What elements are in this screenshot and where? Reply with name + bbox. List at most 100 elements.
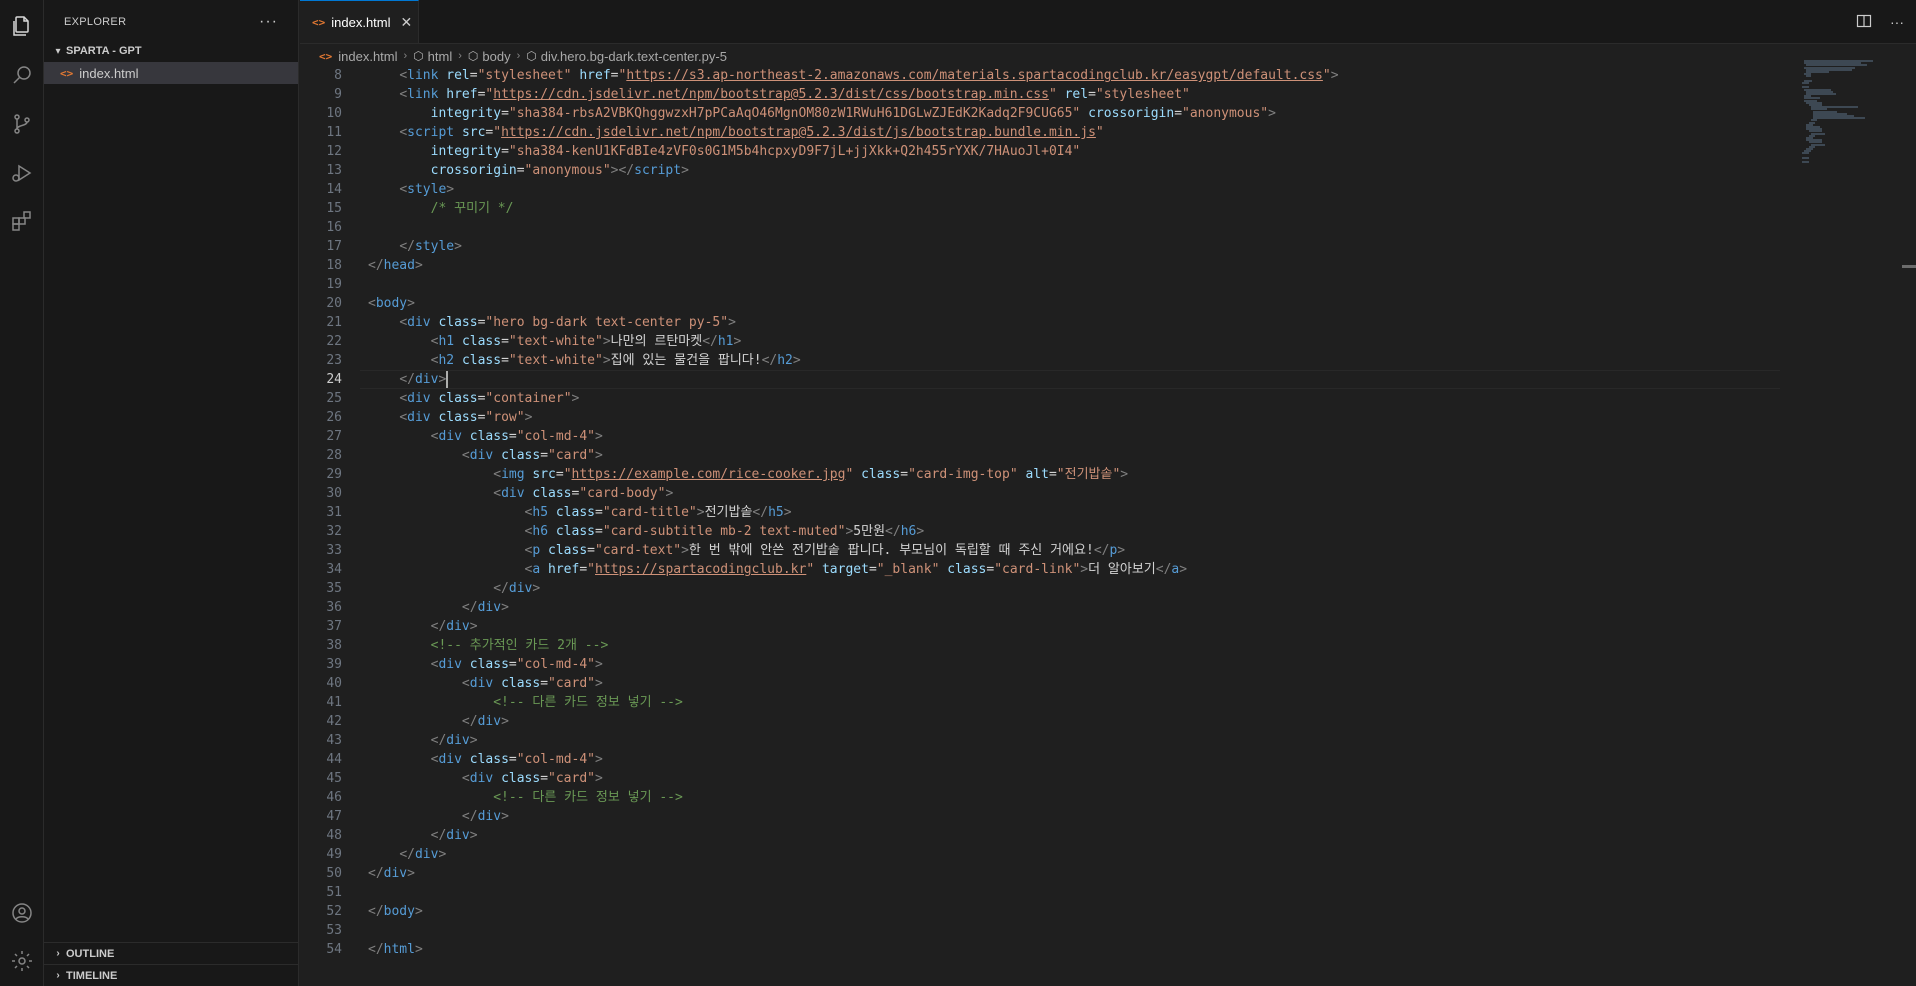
code-line[interactable]: 19 <box>300 275 1780 294</box>
more-actions-icon[interactable]: ··· <box>259 13 278 31</box>
code-line[interactable]: 29 <img src="https://example.com/rice-co… <box>300 465 1780 484</box>
line-number: 14 <box>326 182 342 197</box>
code-line[interactable]: 39 <div class="col-md-4"> <box>300 655 1780 674</box>
line-number: 47 <box>326 809 342 824</box>
code-line[interactable]: 37 </div> <box>300 617 1780 636</box>
code-line[interactable]: 13 crossorigin="anonymous"></script> <box>300 161 1780 180</box>
timeline-section[interactable]: › TIMELINE <box>44 964 298 986</box>
code-line[interactable]: 43 </div> <box>300 731 1780 750</box>
code-line[interactable]: 49 </div> <box>300 845 1780 864</box>
code-line[interactable]: 17 </style> <box>300 237 1780 256</box>
code-line[interactable]: 27 <div class="col-md-4"> <box>300 427 1780 446</box>
code-line[interactable]: 35 </div> <box>300 579 1780 598</box>
code-text: </div> <box>461 809 509 824</box>
code-line[interactable]: 38 <!-- 추가적인 카드 2개 --> <box>300 636 1780 655</box>
code-line[interactable]: 52 </body> <box>300 902 1780 921</box>
split-editor-icon[interactable] <box>1856 13 1872 32</box>
scrollbar-thumb[interactable] <box>1902 265 1916 268</box>
code-line[interactable]: 36 </div> <box>300 598 1780 617</box>
code-text: </style> <box>399 239 462 254</box>
code-line[interactable]: 16 <box>300 218 1780 237</box>
file-item-index-html[interactable]: <> index.html <box>44 62 298 84</box>
breadcrumb-item-div[interactable]: div.hero.bg-dark.text-center.py-5 <box>541 49 727 64</box>
code-line[interactable]: 50 </div> <box>300 864 1780 883</box>
close-icon[interactable]: ✕ <box>401 14 413 31</box>
explorer-files-icon[interactable] <box>8 12 36 40</box>
code-text: <div class="card"> <box>461 771 603 786</box>
breadcrumb: <> index.html › ⬡ html › ⬡ body › ⬡ div.… <box>300 44 1916 68</box>
tab-index-html[interactable]: <> index.html ✕ <box>300 0 419 43</box>
breadcrumb-item-html[interactable]: html <box>428 49 453 64</box>
project-folder[interactable]: ▾ SPARTA - GPT <box>44 40 298 62</box>
code-line[interactable]: 22 <h1 class="text-white">나만의 르탄마켓</h1> <box>300 332 1780 351</box>
more-actions-icon[interactable]: ··· <box>1890 14 1904 30</box>
element-cube-icon: ⬡ <box>467 49 479 63</box>
explorer-sidebar: EXPLORER ··· ▾ SPARTA - GPT <> index.htm… <box>44 0 299 986</box>
line-number: 50 <box>326 866 342 881</box>
code-line[interactable]: 51 <box>300 883 1780 902</box>
code-line[interactable]: 18 </head> <box>300 256 1780 275</box>
code-line[interactable]: 33 <p class="card-text">한 번 밖에 안쓴 전기밥솥 팝… <box>300 541 1780 560</box>
code-line[interactable]: 12 integrity="sha384-kenU1KFdBIe4zVF0s0G… <box>300 142 1780 161</box>
code-line[interactable]: 25 <div class="container"> <box>300 389 1780 408</box>
line-number: 34 <box>326 562 342 577</box>
search-icon[interactable] <box>8 61 36 89</box>
code-line[interactable]: 48 </div> <box>300 826 1780 845</box>
line-number: 15 <box>326 201 342 216</box>
code-text: <h6 class="card-subtitle mb-2 text-muted… <box>524 524 925 539</box>
tab-bar: <> index.html ✕ ··· <box>300 0 1916 44</box>
code-line[interactable]: 11 <script src="https://cdn.jsdelivr.net… <box>300 123 1780 142</box>
run-debug-icon[interactable] <box>8 159 36 187</box>
code-line[interactable]: 53 <box>300 921 1780 940</box>
account-icon[interactable] <box>8 899 36 927</box>
source-control-icon[interactable] <box>8 110 36 138</box>
code-text: <div class="col-md-4"> <box>430 429 603 444</box>
settings-gear-icon[interactable] <box>8 947 36 975</box>
code-line[interactable]: 28 <div class="card"> <box>300 446 1780 465</box>
code-line[interactable]: 14 <style> <box>300 180 1780 199</box>
code-line[interactable]: 44 <div class="col-md-4"> <box>300 750 1780 769</box>
line-number: 23 <box>326 353 342 368</box>
code-line[interactable]: 34 <a href="https://spartacodingclub.kr"… <box>300 560 1780 579</box>
code-line[interactable]: 9 <link href="https://cdn.jsdelivr.net/n… <box>300 85 1780 104</box>
code-line[interactable]: 26 <div class="row"> <box>300 408 1780 427</box>
code-editor[interactable]: 8 <link rel="stylesheet" href="https://s… <box>300 66 1780 966</box>
code-line[interactable]: 46 <!-- 다른 카드 정보 넣기 --> <box>300 788 1780 807</box>
code-line[interactable]: 45 <div class="card"> <box>300 769 1780 788</box>
breadcrumb-item-body[interactable]: body <box>482 49 510 64</box>
chevron-right-icon: › <box>56 970 60 981</box>
code-line[interactable]: 32 <h6 class="card-subtitle mb-2 text-mu… <box>300 522 1780 541</box>
code-line[interactable]: 15 /* 꾸미기 */ <box>300 199 1780 218</box>
line-number: 49 <box>326 847 342 862</box>
code-line[interactable]: 47 </div> <box>300 807 1780 826</box>
line-number: 13 <box>326 163 342 178</box>
code-text: <div class="card"> <box>461 676 603 691</box>
extensions-icon[interactable] <box>8 207 36 235</box>
chevron-right-icon: › <box>516 50 521 62</box>
code-line[interactable]: 24 </div> <box>300 370 1780 389</box>
code-line[interactable]: 31 <h5 class="card-title">전기밥솥</h5> <box>300 503 1780 522</box>
code-line[interactable]: 40 <div class="card"> <box>300 674 1780 693</box>
sidebar-bottom-sections: › OUTLINE › TIMELINE <box>44 942 298 986</box>
line-number: 25 <box>326 391 342 406</box>
code-line[interactable]: 30 <div class="card-body"> <box>300 484 1780 503</box>
minimap[interactable] <box>1802 60 1902 180</box>
code-line[interactable]: 42 </div> <box>300 712 1780 731</box>
line-number: 37 <box>326 619 342 634</box>
line-number: 26 <box>326 410 342 425</box>
code-line[interactable]: 23 <h2 class="text-white">집에 있는 물건을 팝니다!… <box>300 351 1780 370</box>
breadcrumb-item-file[interactable]: index.html <box>338 49 397 64</box>
code-line[interactable]: 10 integrity="sha384-rbsA2VBKQhggwzxH7pP… <box>300 104 1780 123</box>
line-number: 46 <box>326 790 342 805</box>
minimap-line <box>1802 161 1810 164</box>
chevron-right-icon: › <box>56 948 60 959</box>
code-text: <!-- 다른 카드 정보 넣기 --> <box>493 790 683 805</box>
code-line[interactable]: 54 </html> <box>300 940 1780 959</box>
outline-section[interactable]: › OUTLINE <box>44 942 298 964</box>
code-line[interactable]: 8 <link rel="stylesheet" href="https://s… <box>300 66 1780 85</box>
code-line[interactable]: 41 <!-- 다른 카드 정보 넣기 --> <box>300 693 1780 712</box>
code-text: integrity="sha384-rbsA2VBKQhggwzxH7pPCaA… <box>430 106 1276 121</box>
code-line[interactable]: 21 <div class="hero bg-dark text-center … <box>300 313 1780 332</box>
html-file-icon: <> <box>60 66 74 80</box>
code-line[interactable]: 20 <body> <box>300 294 1780 313</box>
